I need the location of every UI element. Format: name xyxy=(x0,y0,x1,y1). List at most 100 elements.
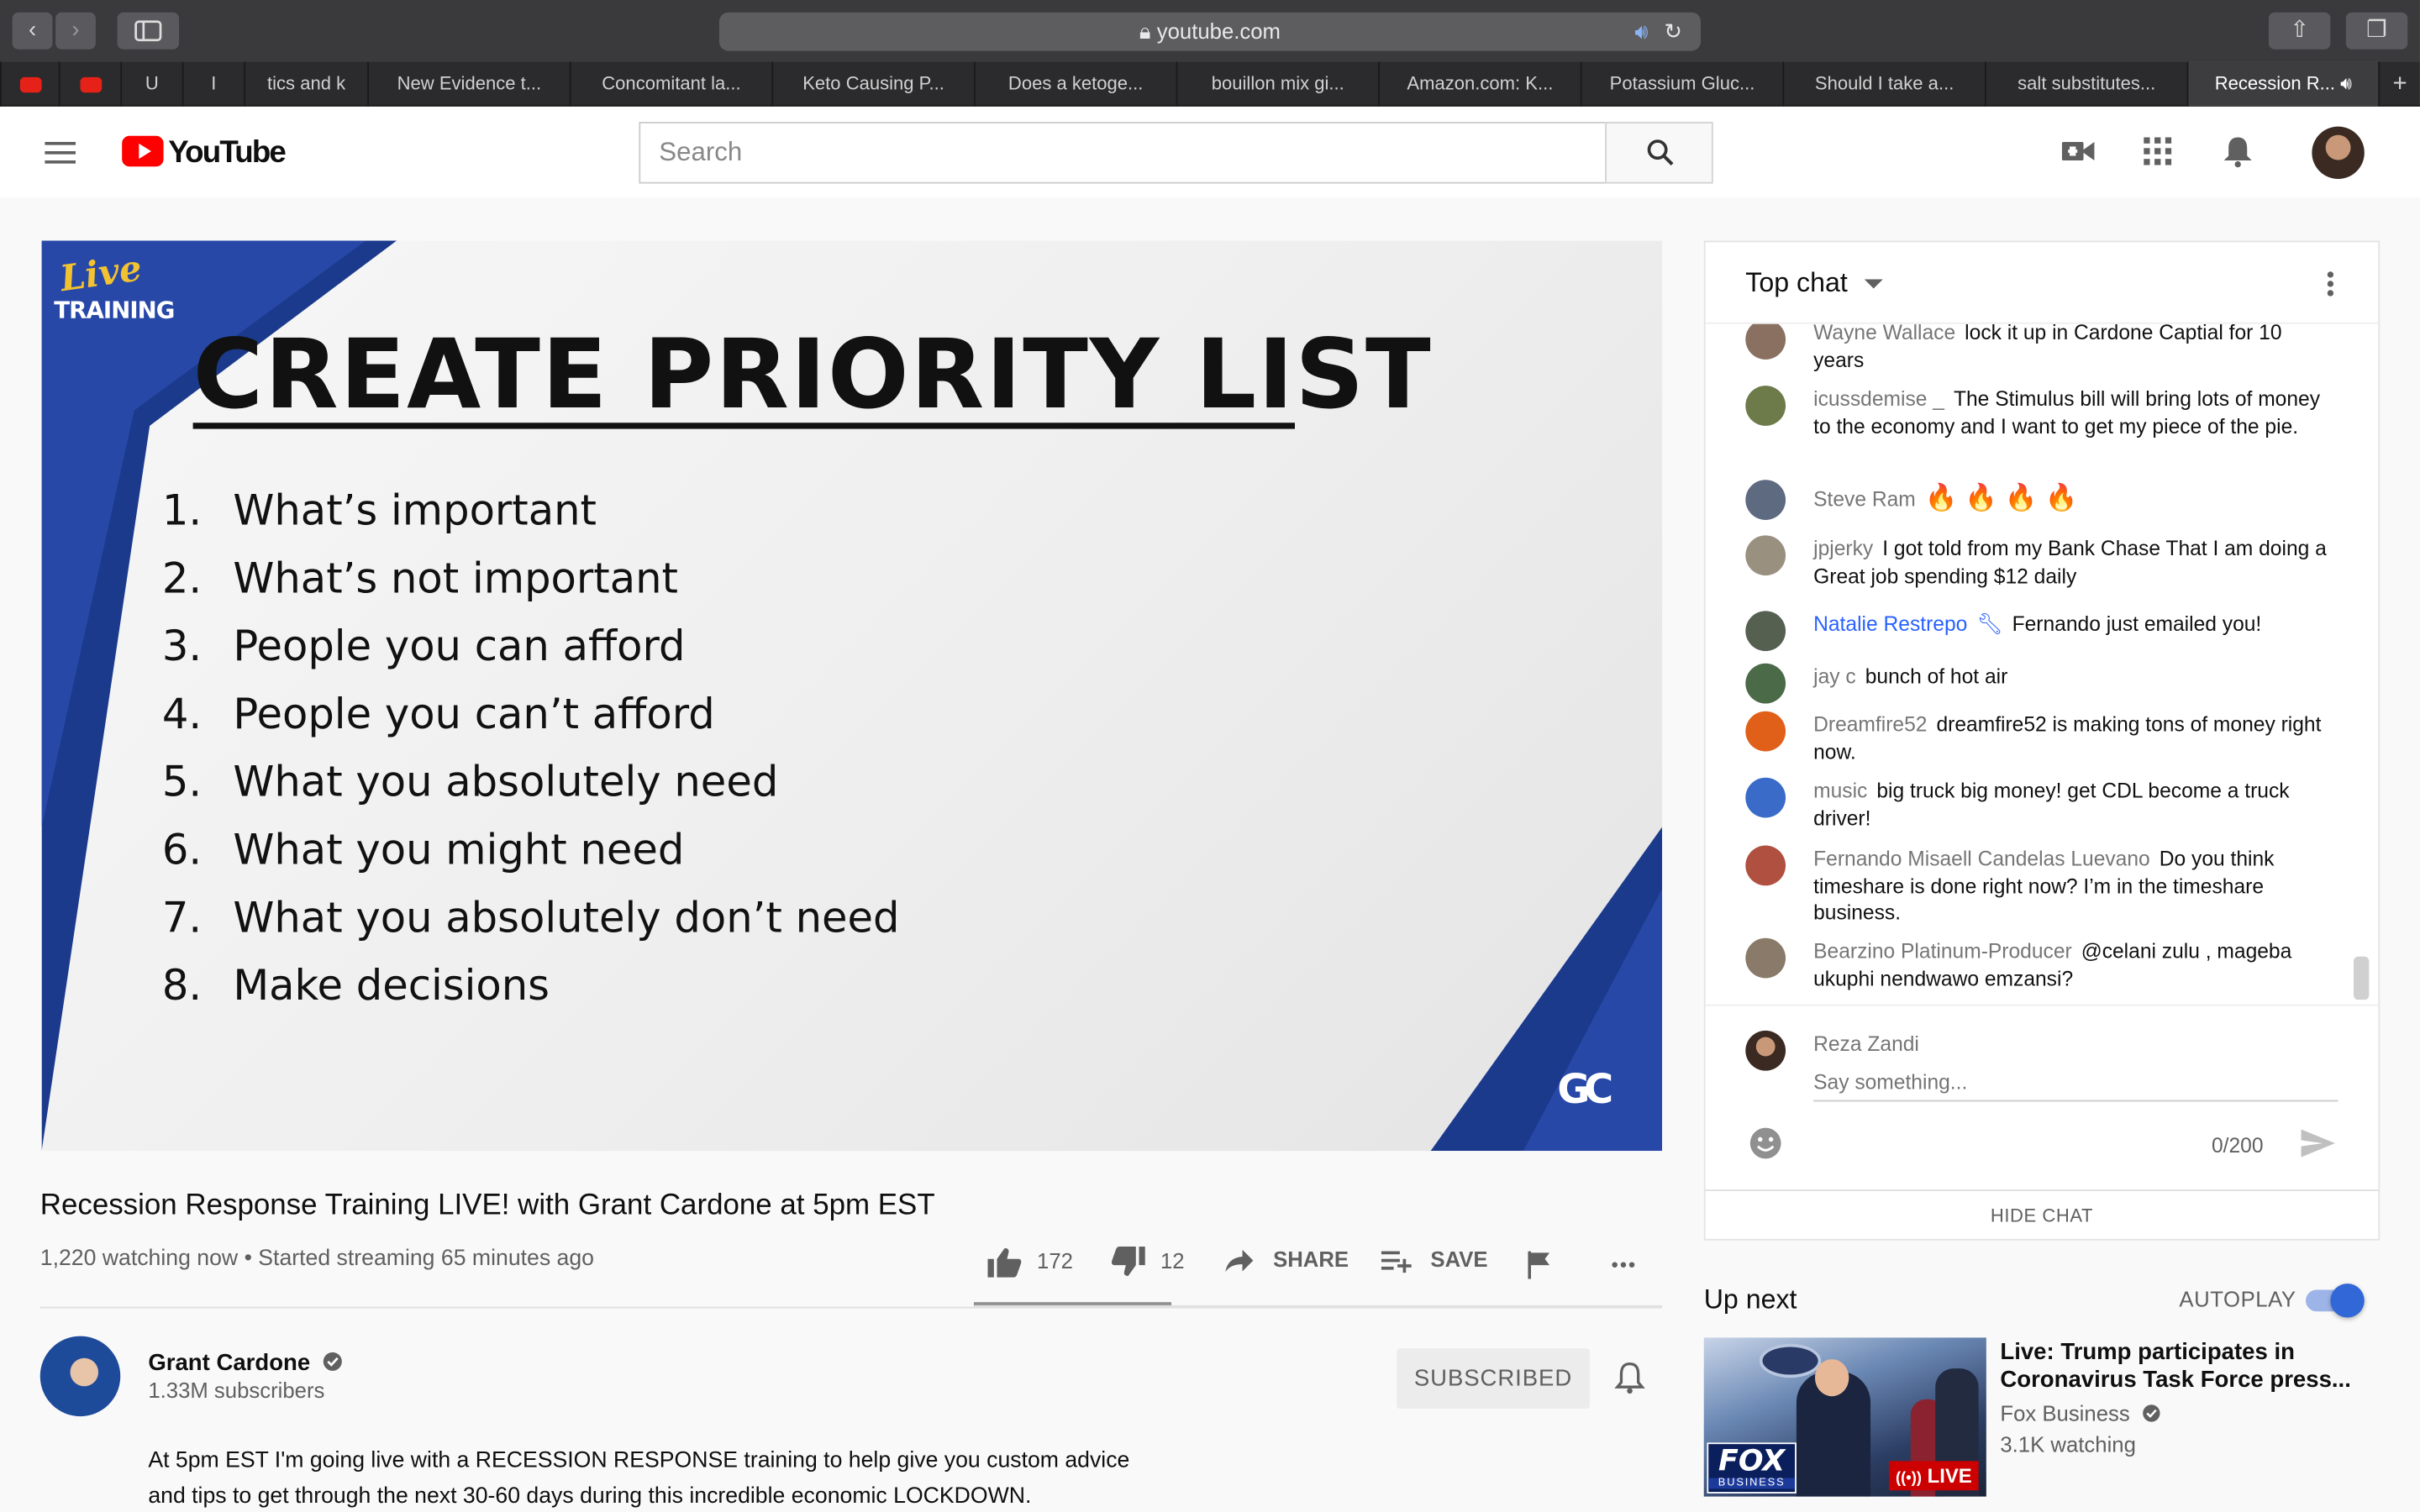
tab[interactable] xyxy=(0,61,59,107)
channel-name[interactable]: Grant Cardone xyxy=(148,1350,343,1376)
slide-title: CREATE PRIORITY LIST xyxy=(192,318,1433,431)
playlist-add-icon xyxy=(1381,1252,1412,1273)
hamburger-menu-icon[interactable] xyxy=(45,140,77,165)
chat-message-input[interactable] xyxy=(1813,1064,2338,1102)
slide-list-item: 8. Make decisions xyxy=(161,963,550,1011)
live-badge: ((•)) LIVE xyxy=(1889,1461,1979,1491)
char-counter: 0/200 xyxy=(2211,1133,2264,1158)
reload-icon[interactable]: ↻ xyxy=(1664,13,1682,51)
share-button[interactable]: ⇧ xyxy=(2268,12,2331,50)
new-tab-button[interactable]: + xyxy=(2378,61,2420,107)
autoplay-toggle[interactable] xyxy=(2306,1284,2365,1318)
avatar xyxy=(1745,937,1786,979)
dislike-button[interactable]: 12 xyxy=(1111,1247,1185,1278)
address-bar[interactable]: 🔒︎ youtube.com 🔊︎ ↻ xyxy=(718,12,1702,51)
tabs-overview-button[interactable]: ❐ xyxy=(2345,12,2408,50)
browser-toolbar: ‹ › 🔒︎ youtube.com 🔊︎ ↻ ⇧ ❐ xyxy=(0,0,2420,62)
tab[interactable]: salt substitutes... xyxy=(1984,61,2187,107)
gc-logo: GC xyxy=(1557,1067,1613,1115)
subscribed-button[interactable]: SUBSCRIBED xyxy=(1397,1348,1590,1409)
podium-seal xyxy=(1759,1343,1822,1378)
youtube-header: YouTube xyxy=(0,108,2420,198)
like-button[interactable]: 172 xyxy=(987,1247,1073,1278)
more-actions-button[interactable]: ••• xyxy=(1612,1252,1638,1276)
notifications-bell-icon[interactable] xyxy=(2223,134,2254,168)
chat-message: jpjerky I got told from my Bank Chase Tha… xyxy=(1745,535,2332,589)
search-input[interactable] xyxy=(639,122,1607,184)
avatar xyxy=(1745,845,1786,886)
tab[interactable]: U xyxy=(120,61,182,107)
send-icon[interactable] xyxy=(2301,1129,2335,1158)
tab[interactable]: bouillon mix gi... xyxy=(1176,61,1379,107)
chat-composer: Reza Zandi 0/200 xyxy=(1705,1004,2379,1190)
verified-badge-icon xyxy=(324,1352,343,1371)
audio-icon[interactable]: 🔊︎ xyxy=(1634,13,1648,51)
tab[interactable]: tics and k xyxy=(244,61,367,107)
avatar xyxy=(1745,535,1786,576)
avatar[interactable] xyxy=(2312,126,2365,180)
tab[interactable]: Keto Causing P... xyxy=(771,61,974,107)
slide-list-item: 3. People you can afford xyxy=(161,623,686,671)
youtube-logo[interactable]: YouTube xyxy=(122,135,287,170)
top-chat-dropdown[interactable]: Top chat xyxy=(1745,267,1883,300)
tab[interactable]: Potassium Gluc... xyxy=(1580,61,1783,107)
forward-button[interactable]: › xyxy=(55,12,96,50)
training-badge: TRAINING xyxy=(54,296,175,324)
divider xyxy=(1705,1189,2379,1191)
speaker-head xyxy=(1814,1359,1849,1397)
slide-list-item: 6. What you might need xyxy=(161,827,685,875)
emoji-icon[interactable] xyxy=(1749,1126,1782,1160)
chat-message: Steve Ram 🔥 🔥 🔥 🔥 xyxy=(1745,480,2332,520)
hide-chat-button[interactable]: HIDE CHAT xyxy=(1706,1205,2379,1226)
moderator-wrench-icon: 🔧︎ xyxy=(1976,612,2003,636)
up-next-thumbnail[interactable]: FOX BUSINESS ((•)) LIVE xyxy=(1703,1337,1986,1497)
tab[interactable]: Should I take a... xyxy=(1782,61,1985,107)
save-button[interactable]: SAVE xyxy=(1381,1247,1488,1273)
tab-bar: U I tics and k New Evidence t... Concomi… xyxy=(0,61,2420,107)
share-video-button[interactable]: SHARE xyxy=(1224,1247,1349,1273)
sidebar-toggle-button[interactable] xyxy=(117,12,180,50)
up-next-heading: Up next xyxy=(1703,1284,1797,1315)
autoplay-toggle-knob xyxy=(2330,1284,2365,1318)
create-video-icon[interactable] xyxy=(2061,139,2096,163)
title-underline xyxy=(192,423,1295,429)
video-title: Recession Response Training LIVE! with G… xyxy=(39,1189,935,1222)
chat-message: Bearzino Platinum-Producer @celani zulu ,… xyxy=(1745,937,2332,992)
video-description: At 5pm EST I'm going live with a RECESSI… xyxy=(148,1448,1130,1509)
chat-message-list[interactable]: Wayne Wallace lock it up in Cardone Capti… xyxy=(1706,323,2379,1003)
current-user-name: Reza Zandi xyxy=(1813,1032,1919,1056)
tab[interactable]: Does a ketoge... xyxy=(973,61,1176,107)
apps-grid-icon[interactable] xyxy=(2144,137,2172,165)
channel-avatar[interactable] xyxy=(39,1336,121,1417)
avatar xyxy=(1745,386,1786,426)
avatar xyxy=(1745,1030,1786,1071)
back-button[interactable]: ‹ xyxy=(12,12,53,50)
sidebar-icon xyxy=(134,20,162,42)
tab-active[interactable]: Recession R... 🔊︎ xyxy=(2186,61,2379,107)
divider xyxy=(39,1306,1663,1309)
chat-message: jay c bunch of hot air xyxy=(1745,663,2332,704)
tab[interactable]: New Evidence t... xyxy=(367,61,570,107)
chevron-down-icon xyxy=(1864,280,1883,290)
screen: ‹ › 🔒︎ youtube.com 🔊︎ ↻ ⇧ ❐ U I tics and… xyxy=(0,0,2420,1512)
search-button[interactable] xyxy=(1605,122,1713,184)
chat-message: icussdemise _ The Stimulus bill will brin… xyxy=(1745,386,2332,439)
channel-notification-bell-icon[interactable] xyxy=(1614,1361,1645,1394)
up-next-channel: Fox Business xyxy=(2000,1401,2160,1425)
avatar xyxy=(1745,777,1786,818)
video-player[interactable]: Live TRAINING CREATE PRIORITY LIST 1. Wha… xyxy=(41,240,1663,1152)
report-flag-icon[interactable] xyxy=(1528,1251,1552,1279)
url-text: youtube.com xyxy=(1156,18,1281,44)
tab[interactable]: Amazon.com: K... xyxy=(1378,61,1581,107)
tab[interactable] xyxy=(58,61,120,107)
avatar xyxy=(1745,323,1786,360)
more-vert-icon[interactable] xyxy=(2326,270,2335,297)
slide-list-item: 2. What’s not important xyxy=(161,555,679,604)
speaker-icon: 🔊︎ xyxy=(2340,72,2353,95)
tab[interactable]: I xyxy=(182,61,244,107)
search-icon xyxy=(1647,139,1674,166)
up-next-title[interactable]: Live: Trump participates in Coronavirus … xyxy=(2000,1339,2370,1394)
tab[interactable]: Concomitant la... xyxy=(569,61,772,107)
youtube-favicon-icon xyxy=(18,76,41,92)
chat-scrollbar-thumb[interactable] xyxy=(2353,956,2370,1000)
